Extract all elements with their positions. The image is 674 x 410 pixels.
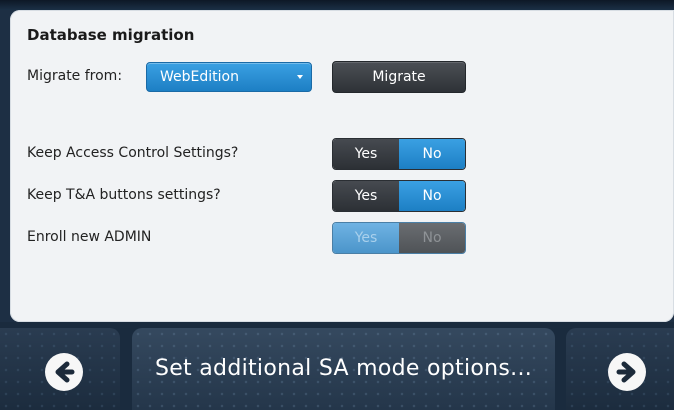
panel-title: Database migration <box>27 26 195 44</box>
dropdown-arrow-icon <box>297 75 303 79</box>
migrate-from-select[interactable]: WebEdition <box>146 62 312 92</box>
settings-panel: Database migration Migrate from: WebEdit… <box>10 10 674 322</box>
keep-ta-buttons-toggle: Yes No <box>332 180 466 212</box>
migrate-button[interactable]: Migrate <box>332 61 466 93</box>
migrate-from-label: Migrate from: <box>27 68 123 84</box>
keep-ta-buttons-yes[interactable]: Yes <box>333 181 399 211</box>
migrate-from-value: WebEdition <box>160 69 239 85</box>
keep-access-control-toggle: Yes No <box>332 138 466 170</box>
top-strip <box>0 0 674 10</box>
keep-access-control-yes[interactable]: Yes <box>333 139 399 169</box>
back-button[interactable] <box>0 328 120 410</box>
keep-ta-buttons-label: Keep T&A buttons settings? <box>27 187 221 203</box>
enroll-new-admin-yes[interactable]: Yes <box>333 223 399 253</box>
enroll-new-admin-toggle: Yes No <box>332 222 466 254</box>
step-title: Set additional SA mode options... <box>132 328 555 410</box>
arrow-right-circle-icon <box>608 353 646 391</box>
enroll-new-admin-label: Enroll new ADMIN <box>27 229 152 245</box>
keep-access-control-no[interactable]: No <box>399 139 465 169</box>
keep-access-control-label: Keep Access Control Settings? <box>27 145 239 161</box>
enroll-new-admin-no[interactable]: No <box>399 223 465 253</box>
keep-ta-buttons-no[interactable]: No <box>399 181 465 211</box>
arrow-left-circle-icon <box>45 353 83 391</box>
footer-bar: Set additional SA mode options... <box>0 322 674 410</box>
next-button[interactable] <box>566 328 674 410</box>
